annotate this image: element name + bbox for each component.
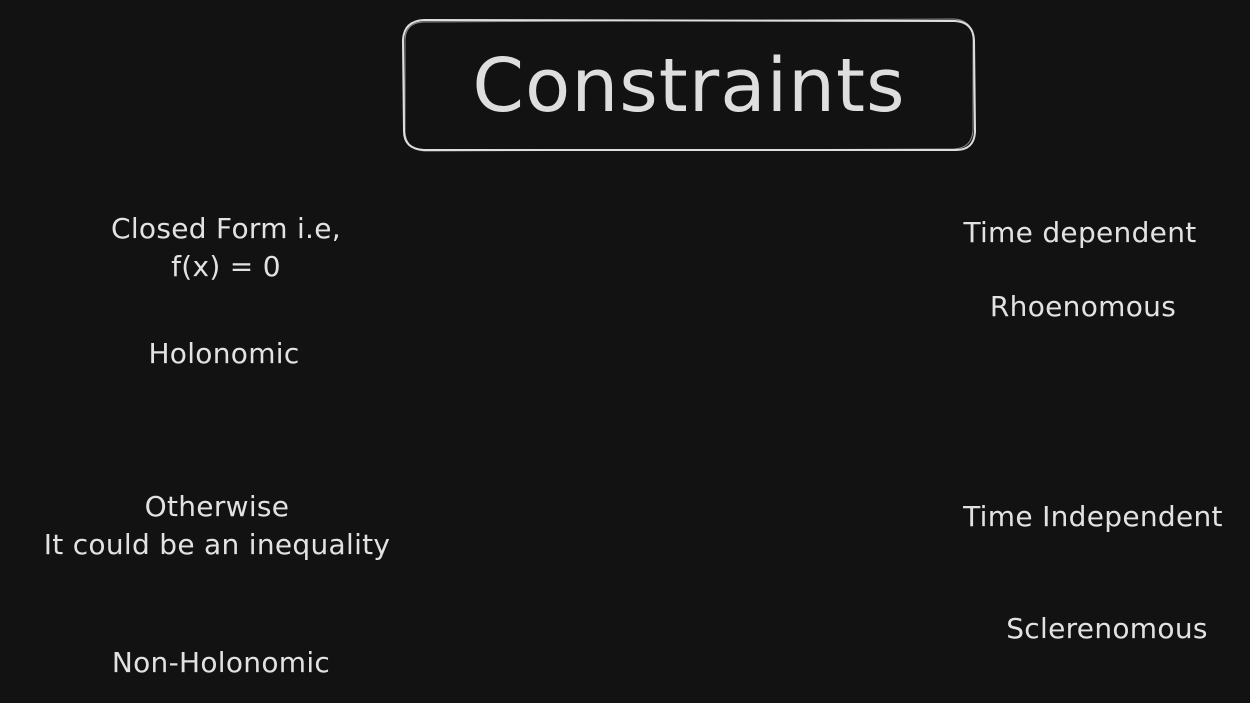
whiteboard-canvas: Constraints Closed Form i.e, f(x) = 0 Ho… xyxy=(0,0,1250,703)
scleronomous-label: Sclerenomous xyxy=(1006,612,1208,645)
time-independent-label: Time Independent xyxy=(963,500,1223,533)
holonomic-condition: Closed Form i.e, f(x) = 0 xyxy=(96,210,356,286)
holonomic-label: Holonomic xyxy=(148,337,300,370)
nonholonomic-label: Non-Holonomic xyxy=(111,646,331,679)
holonomic-condition-line1: Closed Form i.e, xyxy=(111,212,341,245)
time-dependent-label: Time dependent xyxy=(963,216,1197,249)
nonholonomic-condition-line2: It could be an inequality xyxy=(43,527,391,561)
rheonomous-label: Rhoenomous xyxy=(989,290,1177,323)
nonholonomic-condition: Otherwise It could be an inequality xyxy=(14,488,420,564)
holonomic-condition-line2: f(x) = 0 xyxy=(171,249,281,283)
nonholonomic-condition-line1: Otherwise xyxy=(144,490,290,523)
page-title: Constraints xyxy=(472,43,906,129)
